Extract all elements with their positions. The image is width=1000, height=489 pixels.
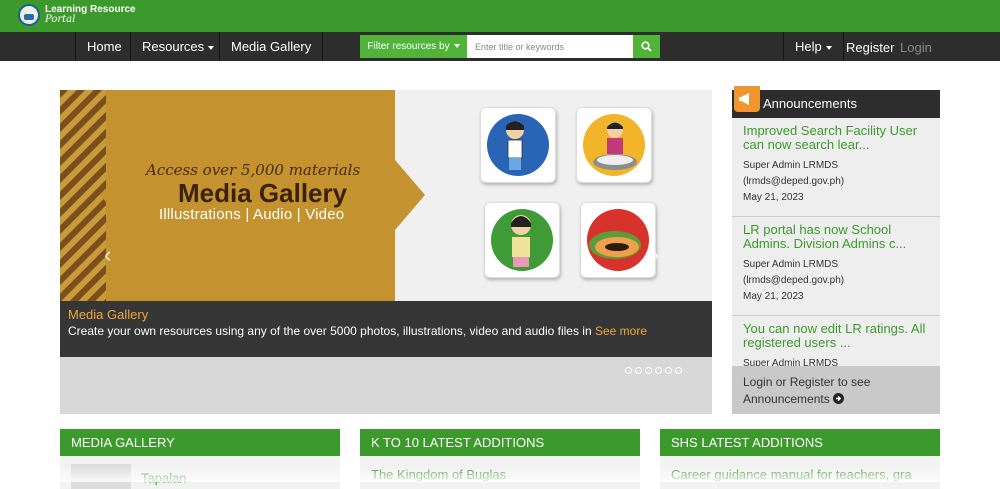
search-input[interactable]	[467, 35, 633, 58]
see-more-link[interactable]: See more	[595, 324, 647, 338]
carousel-indicators	[625, 367, 682, 374]
announcements-header: Announcements	[732, 86, 940, 118]
announcement-title[interactable]: Improved Search Facility User can now se…	[743, 124, 929, 152]
portal-logo[interactable]: Learning Resource Portal	[18, 4, 136, 26]
caption-body: Create your own resources using any of t…	[68, 324, 592, 338]
announcement-item: You can now edit LR ratings. All registe…	[732, 316, 940, 367]
announcement-author: Super Admin LRMDS	[743, 160, 839, 171]
arrow-circle-right-icon	[833, 393, 845, 404]
logo-line2: Portal	[45, 14, 76, 25]
filter-resources-button[interactable]: Filter resources by	[360, 35, 467, 58]
carousel-prev-button[interactable]: ‹	[104, 242, 111, 268]
caption-text: Create your own resources using any of t…	[68, 324, 647, 338]
filter-label: Filter resources by	[367, 41, 450, 52]
nav-media-gallery-label: Media Gallery	[231, 39, 312, 54]
banner-tagline: Access over 5,000 materials	[146, 161, 361, 179]
announcement-item: LR portal has now School Admins. Divisio…	[732, 217, 940, 316]
announcement-item: Improved Search Facility User can now se…	[732, 118, 940, 217]
announcement-email: (lrmds@deped.gov.ph)	[743, 176, 845, 187]
login-prompt-text: Login or Register to see Announcements	[743, 375, 871, 406]
carousel-dot[interactable]	[675, 367, 682, 374]
illustration-girl-phone	[484, 202, 560, 278]
announcement-date: May 21, 2023	[743, 192, 804, 203]
banner-title: Media Gallery	[178, 178, 348, 208]
nav-login[interactable]: Login	[889, 32, 943, 61]
announcement-date: May 21, 2023	[743, 291, 804, 302]
slide-caption: Media Gallery Create your own resources …	[60, 301, 712, 357]
search-icon	[641, 41, 652, 52]
panel-heading: SHS LATEST ADDITIONS	[660, 429, 940, 456]
carousel-dot[interactable]	[665, 367, 672, 374]
top-header: Learning Resource Portal	[0, 0, 1000, 32]
logo-icon	[18, 4, 40, 26]
carousel-dot[interactable]	[645, 367, 652, 374]
nav-resources-label: Resources	[142, 39, 205, 54]
announcement-author: Super Admin LRMDS	[743, 259, 839, 270]
slide-image[interactable]: Access over 5,000 materials Media Galler…	[60, 90, 712, 301]
chevron-down-icon	[208, 45, 215, 50]
nav-login-label: Login	[900, 40, 932, 55]
announcement-author: Super Admin LRMDS	[743, 358, 839, 366]
nav-home-label: Home	[87, 39, 122, 54]
banner-subtitle: Illlustrations | Audio | Video	[159, 206, 345, 223]
nav-home[interactable]: Home	[75, 32, 133, 61]
carousel-dot[interactable]	[635, 367, 642, 374]
illustration-washing-clothes	[576, 107, 652, 183]
carousel-next-button[interactable]: ›	[652, 242, 659, 268]
announcements-login-prompt[interactable]: Login or Register to see Announcements	[732, 366, 940, 414]
illustration-papaya	[580, 202, 656, 278]
nav-resources[interactable]: Resources	[130, 32, 225, 61]
megaphone-icon	[734, 86, 760, 112]
chevron-down-icon	[825, 45, 832, 50]
announcement-title[interactable]: LR portal has now School Admins. Divisio…	[743, 223, 929, 251]
announcement-title[interactable]: You can now edit LR ratings. All registe…	[743, 322, 929, 350]
chevron-down-icon	[453, 44, 460, 49]
carousel-dot[interactable]	[655, 367, 662, 374]
panel-heading: MEDIA GALLERY	[60, 429, 340, 456]
search-button[interactable]	[633, 35, 660, 58]
nav-register-label: Register	[846, 40, 895, 55]
nav-media-gallery[interactable]: Media Gallery	[219, 32, 324, 61]
illustration-girl-singing	[480, 107, 556, 183]
nav-help-label: Help	[795, 39, 822, 54]
announcements-title: Announcements	[763, 96, 857, 111]
panel-heading: K TO 10 LATEST ADDITIONS	[360, 429, 640, 456]
featured-carousel: Access over 5,000 materials Media Galler…	[60, 90, 712, 414]
announcement-email: (lrmds@deped.gov.ph)	[743, 275, 845, 286]
caption-title[interactable]: Media Gallery	[68, 307, 148, 322]
carousel-dot[interactable]	[625, 367, 632, 374]
announcements-panel: Announcements Improved Search Facility U…	[732, 86, 940, 414]
